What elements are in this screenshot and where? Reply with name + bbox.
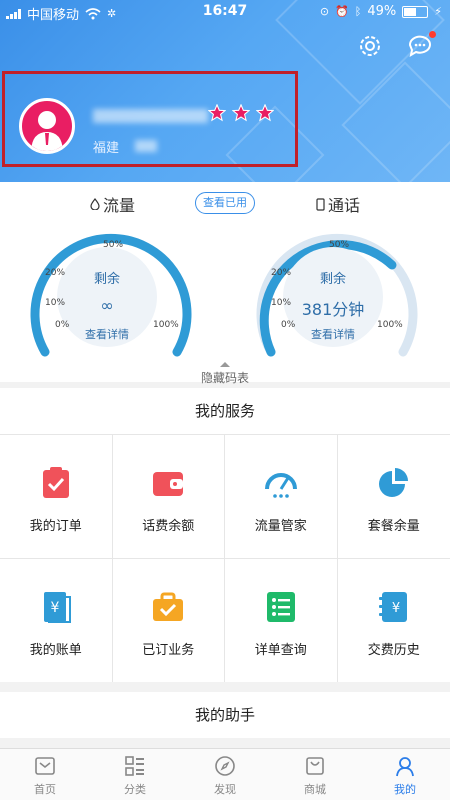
battery-percent: 49% (367, 4, 397, 19)
star-rating (208, 104, 274, 122)
service-label: 交费历史 (367, 643, 420, 658)
tab-mine[interactable]: 我的 (360, 749, 450, 800)
call-usage-title: 通话 (316, 192, 360, 216)
data-usage-title: 流量 (90, 192, 135, 216)
svg-text:¥: ¥ (50, 600, 59, 616)
star-icon (232, 104, 250, 122)
payment-history-icon: ¥ (378, 592, 407, 622)
rotation-lock-icon: ⊙ (319, 5, 330, 18)
service-label: 我的账单 (29, 643, 82, 658)
data-gauge[interactable]: 0% 10% 20% 50% 100% 剩余 ∞ 查看详情 (21, 222, 201, 367)
data-remaining-value: ∞ (100, 296, 114, 315)
tab-home[interactable]: 首页 (0, 749, 90, 800)
call-remaining-value: 381分钟 (301, 300, 365, 319)
avatar[interactable] (19, 98, 75, 154)
speedometer-icon (264, 473, 297, 498)
svg-text:¥: ¥ (392, 601, 400, 616)
tick-label: 50% (103, 240, 124, 250)
service-label: 我的订单 (29, 519, 82, 534)
user-avatar-icon (31, 111, 63, 151)
alarm-icon: ⏰ (335, 5, 349, 18)
list-detail-icon (266, 592, 295, 622)
wallet-icon (153, 472, 184, 496)
mall-bag-icon (306, 757, 324, 775)
order-clipboard-icon (42, 467, 69, 498)
service-detail-query[interactable]: 详单查询 (225, 558, 338, 682)
bluetooth-icon: ᛒ (354, 5, 362, 18)
profile-icon (396, 757, 414, 777)
tick-label: 50% (329, 240, 350, 250)
service-balance[interactable]: 话费余额 (112, 434, 225, 558)
home-icon (35, 757, 55, 775)
service-label: 已订业务 (142, 643, 195, 658)
briefcase-icon (153, 592, 184, 621)
compass-icon (215, 756, 235, 776)
charging-icon: ⚡ (434, 5, 442, 18)
assistant-title: 我的助手 (0, 692, 450, 738)
remain-label: 剩余 (319, 272, 346, 287)
bottom-tab-bar: 首页 分类 发现 商城 我的 (0, 748, 450, 800)
caret-up-icon (220, 362, 230, 367)
message-chat-icon[interactable] (406, 31, 436, 60)
blurred-location (135, 140, 157, 152)
view-details-link[interactable]: 查看详情 (247, 326, 419, 342)
blurred-phone-number (93, 109, 208, 123)
service-subscribed[interactable]: 已订业务 (112, 558, 225, 682)
call-gauge[interactable]: 0% 10% 20% 50% 100% 剩余 381分钟 查看详情 (247, 222, 427, 367)
service-label: 详单查询 (254, 643, 307, 658)
status-bar: 中国移动 ✲ 16:47 ⊙ ⏰ ᛒ 49% ⚡ (0, 0, 450, 24)
service-label: 套餐余量 (367, 519, 420, 534)
view-details-link[interactable]: 查看详情 (21, 326, 193, 342)
profile-header: 中国移动 ✲ 16:47 ⊙ ⏰ ᛒ 49% ⚡ 福建 (0, 0, 450, 182)
service-plan-remaining[interactable]: 套餐余量 (337, 434, 450, 558)
settings-gear-icon[interactable] (356, 32, 384, 60)
remain-label: 剩余 (93, 272, 120, 287)
user-location: 福建 (93, 141, 120, 156)
services-grid: 我的订单 话费余额 流量管家 套餐余量 ¥ 我的账单 已订业务 详单查询 ¥ 交… (0, 434, 450, 682)
notification-dot (429, 31, 436, 38)
services-title: 我的服务 (0, 388, 450, 434)
tab-discover[interactable]: 发现 (180, 749, 270, 800)
tab-category[interactable]: 分类 (90, 749, 180, 800)
star-icon (208, 104, 226, 122)
battery-icon (402, 5, 429, 18)
category-icon (125, 756, 144, 776)
hide-chart-toggle[interactable]: 隐藏码表 (0, 362, 450, 386)
service-data-manager[interactable]: 流量管家 (225, 434, 338, 558)
service-my-orders[interactable]: 我的订单 (0, 434, 113, 558)
service-label: 流量管家 (254, 519, 307, 534)
star-icon (256, 104, 274, 122)
pie-chart-icon (378, 468, 408, 497)
phone-icon (316, 197, 325, 211)
bill-yen-icon: ¥ (43, 592, 71, 623)
service-my-bill[interactable]: ¥ 我的账单 (0, 558, 113, 682)
service-payment-history[interactable]: ¥ 交费历史 (337, 558, 450, 682)
usage-panel: 流量 查看已用 通话 0% 10% 20% 50% 100% 剩余 ∞ 查看详情… (0, 182, 450, 385)
view-used-button[interactable]: 查看已用 (195, 192, 255, 214)
tab-mall[interactable]: 商城 (270, 749, 360, 800)
water-drop-icon (90, 198, 100, 210)
service-label: 话费余额 (142, 519, 195, 534)
profile-highlight-box[interactable]: 福建 (2, 71, 298, 167)
